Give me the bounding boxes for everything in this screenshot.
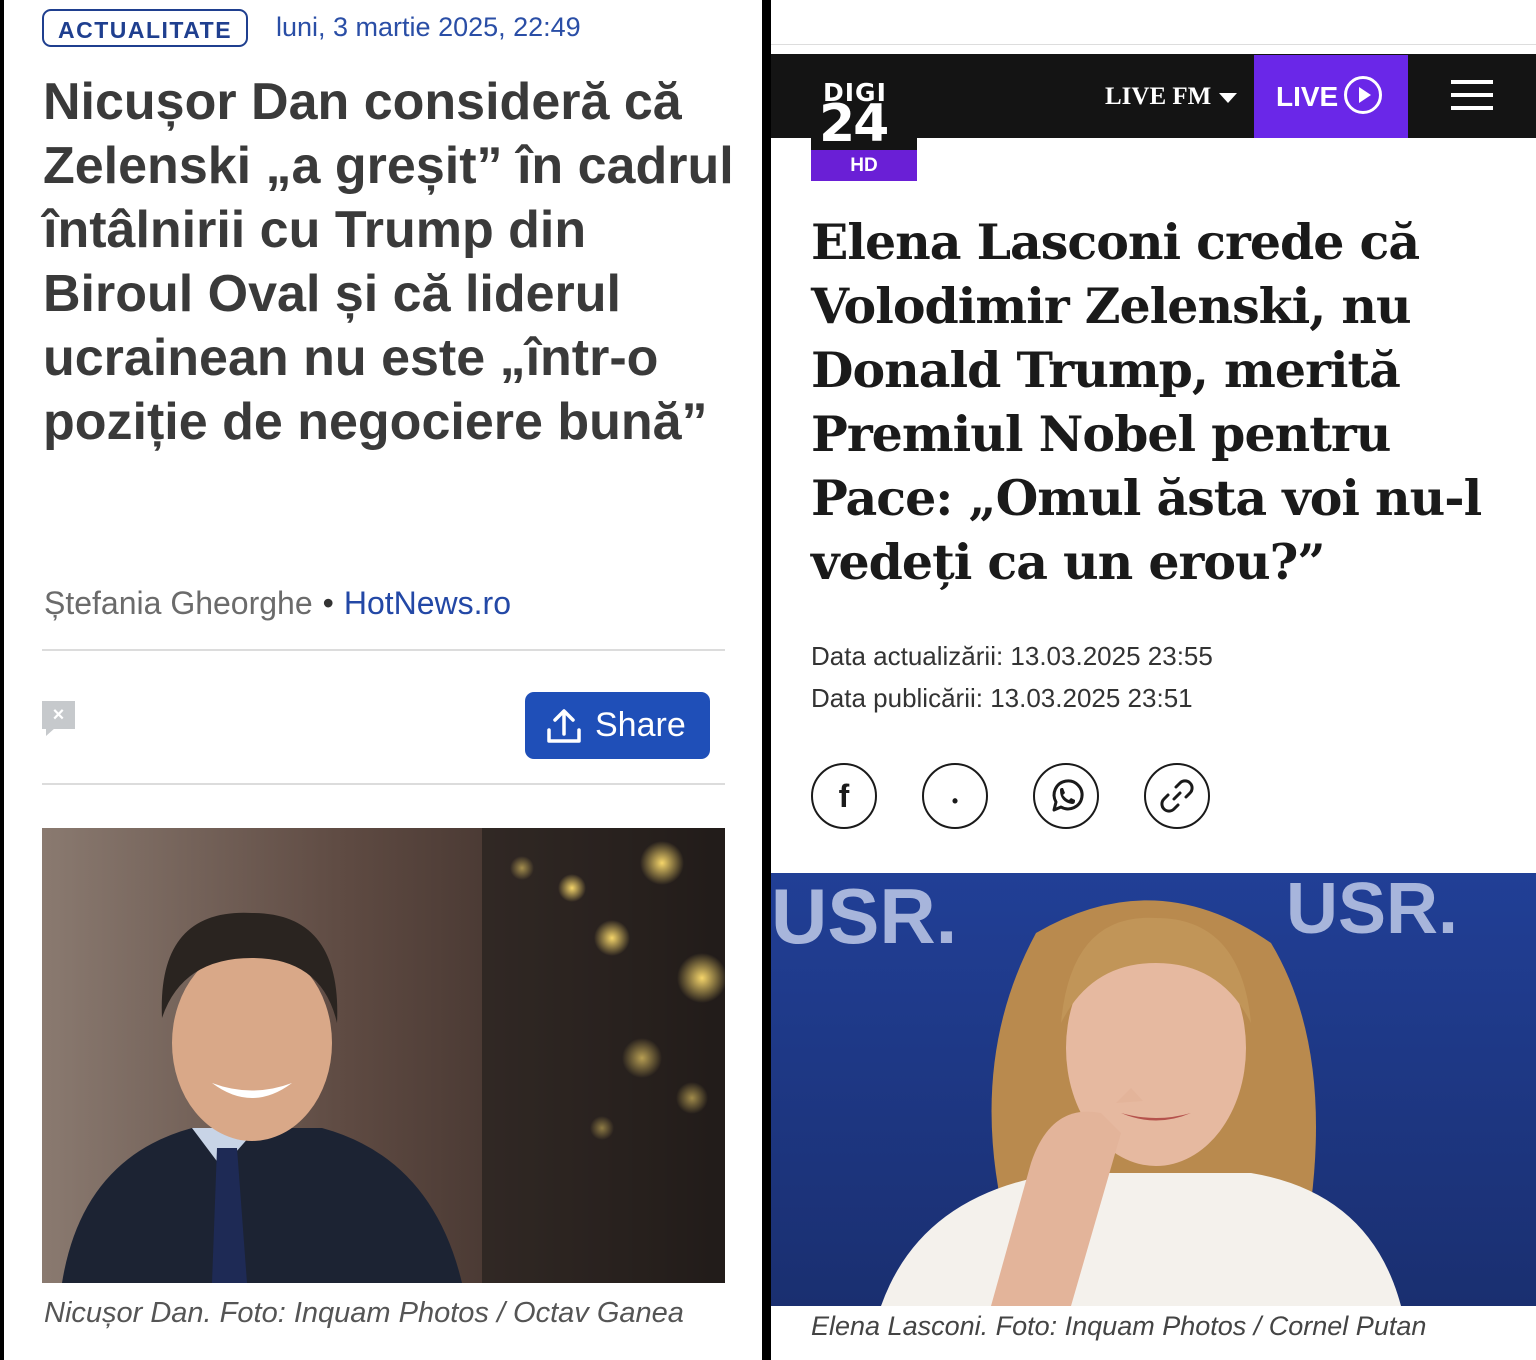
twitter-share-button[interactable]: • — [922, 763, 988, 829]
photo-caption: Nicușor Dan. Foto: Inquam Photos / Octav… — [44, 1297, 684, 1329]
author-name[interactable]: Ștefania Gheorghe — [44, 585, 313, 621]
article-photo: USR. USR. — [771, 873, 1536, 1306]
live-label: LIVE — [1276, 81, 1339, 112]
divider — [42, 649, 725, 651]
digi24-logo[interactable]: DIGI 24 HD — [811, 74, 917, 181]
facebook-icon: f — [838, 778, 850, 814]
photo-caption: Elena Lasconi. Foto: Inquam Photos / Cor… — [811, 1311, 1427, 1341]
article-title: Elena Lasconi crede că Volodimir Zelensk… — [811, 213, 1482, 591]
browser-top-gap — [771, 0, 1536, 45]
share-button[interactable]: Share — [525, 692, 710, 759]
live-fm-dropdown[interactable]: LIVE FM — [1105, 80, 1238, 114]
copy-link-button[interactable] — [1144, 763, 1210, 829]
usr-backdrop-text-right: USR. — [1286, 873, 1458, 949]
usr-backdrop-text-left: USR. — [771, 873, 957, 960]
article-title: Nicușor Dan consideră că Zelenski „a gre… — [43, 73, 734, 451]
byline: Ștefania Gheorghe • HotNews.ro — [44, 583, 511, 623]
logo-hd: HD — [811, 150, 917, 181]
hotnews-article-panel: ACTUALITATE luni, 3 martie 2025, 22:49 N… — [4, 0, 762, 1360]
twitter-icon: • — [951, 791, 959, 811]
digi24-article-panel: DIGI 24 HD LIVE FM LIVE Elena Lasconi cr… — [771, 0, 1536, 1360]
ad-close-icon[interactable]: × — [42, 701, 75, 736]
updated-date: Data actualizării: 13.03.2025 23:55 — [811, 641, 1213, 671]
hamburger-menu-icon[interactable] — [1451, 80, 1493, 112]
share-icon — [547, 709, 581, 743]
byline-separator: • — [322, 585, 334, 621]
divider — [42, 783, 725, 785]
live-button[interactable]: LIVE — [1254, 55, 1408, 138]
whatsapp-icon — [1052, 779, 1084, 812]
article-date: luni, 3 martie 2025, 22:49 — [276, 12, 581, 42]
published-date: Data publicării: 13.03.2025 23:51 — [811, 683, 1193, 713]
source-link[interactable]: HotNews.ro — [344, 585, 511, 621]
share-label: Share — [595, 706, 686, 744]
play-icon — [1344, 76, 1382, 114]
logo-number: 24 — [819, 94, 889, 154]
facebook-share-button[interactable]: f — [811, 763, 877, 829]
link-icon — [1160, 779, 1194, 813]
article-photo — [42, 828, 725, 1283]
category-badge[interactable]: ACTUALITATE — [42, 9, 249, 47]
chevron-down-icon — [1219, 93, 1238, 104]
whatsapp-share-button[interactable] — [1033, 763, 1099, 829]
live-fm-label: LIVE FM — [1105, 83, 1212, 110]
